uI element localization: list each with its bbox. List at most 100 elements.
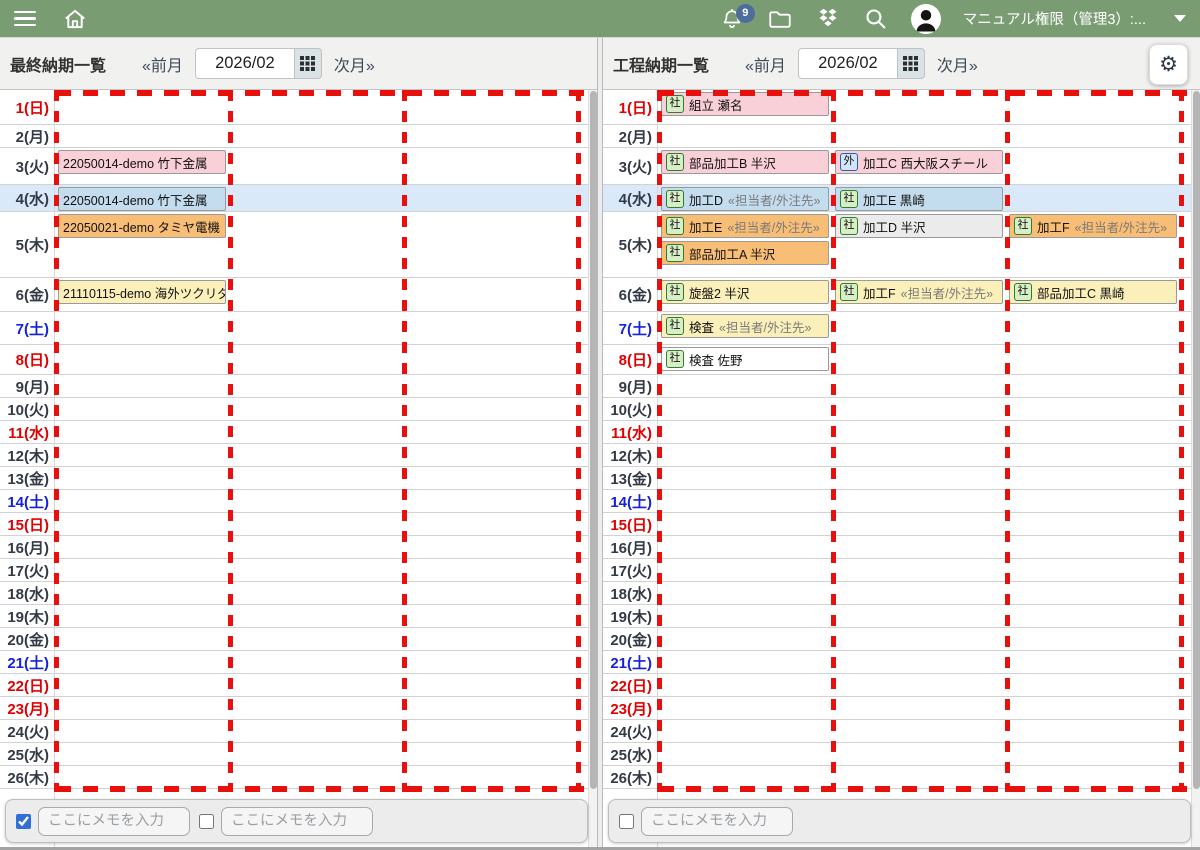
day-cell[interactable]	[658, 674, 832, 676]
next-month-button[interactable]: 次月»	[937, 52, 978, 76]
day-cell[interactable]	[403, 375, 577, 377]
memo-input[interactable]	[641, 807, 793, 836]
day-cell[interactable]	[1006, 789, 1180, 791]
event-chip[interactable]: 社加工D«担当者/外注先»	[661, 187, 829, 211]
day-cell[interactable]	[832, 720, 1006, 722]
day-cell[interactable]	[229, 375, 403, 377]
day-cell[interactable]	[229, 720, 403, 722]
day-cell[interactable]	[403, 125, 577, 127]
day-cell[interactable]	[55, 582, 229, 584]
day-cell[interactable]	[229, 444, 403, 446]
day-cell[interactable]	[403, 628, 577, 630]
day-cell[interactable]: 社検査 佐野	[658, 345, 832, 374]
day-cell[interactable]	[229, 312, 403, 314]
day-cell[interactable]	[1006, 467, 1180, 469]
day-cell[interactable]	[229, 559, 403, 561]
event-chip[interactable]: 22050014-demo 竹下金属	[58, 187, 226, 211]
day-cell[interactable]	[55, 444, 229, 446]
day-cell[interactable]	[832, 628, 1006, 630]
day-cell[interactable]	[55, 651, 229, 653]
day-cell[interactable]	[832, 651, 1006, 653]
day-cell[interactable]: 社旋盤2 半沢	[658, 278, 832, 307]
day-cell[interactable]	[832, 743, 1006, 745]
day-cell[interactable]	[832, 674, 1006, 676]
day-cell[interactable]	[1006, 185, 1180, 211]
day-cell[interactable]	[229, 398, 403, 400]
day-cell[interactable]	[403, 148, 577, 177]
day-cell[interactable]	[229, 582, 403, 584]
day-cell[interactable]: 社組立 瀬名	[658, 90, 832, 119]
event-chip[interactable]: 社部品加工C 黒崎	[1009, 280, 1177, 304]
day-cell[interactable]	[55, 90, 229, 92]
day-cell[interactable]	[229, 185, 403, 211]
event-chip[interactable]: 社部品加工A 半沢	[661, 241, 829, 265]
month-input[interactable]	[798, 48, 898, 79]
day-cell[interactable]	[229, 125, 403, 127]
day-cell[interactable]	[403, 789, 577, 791]
day-cell[interactable]	[403, 212, 577, 241]
day-cell[interactable]: 社加工D«担当者/外注先»	[658, 185, 832, 211]
day-cell[interactable]	[55, 743, 229, 745]
day-cell[interactable]	[229, 628, 403, 630]
day-cell[interactable]	[832, 513, 1006, 515]
day-cell[interactable]	[658, 559, 832, 561]
day-cell[interactable]: 22050014-demo 竹下金属	[55, 148, 229, 177]
day-cell[interactable]	[832, 766, 1006, 768]
event-chip[interactable]: 社検査 佐野	[661, 347, 829, 371]
settings-gear-button[interactable]: ⚙	[1149, 44, 1188, 85]
day-cell[interactable]	[1006, 697, 1180, 699]
day-cell[interactable]	[403, 467, 577, 469]
day-cell[interactable]	[55, 513, 229, 515]
day-cell[interactable]	[403, 421, 577, 423]
day-cell[interactable]	[403, 90, 577, 92]
prev-month-button[interactable]: «前月	[142, 52, 183, 76]
day-cell[interactable]: 社加工F«担当者/外注先»	[1006, 212, 1180, 268]
day-cell[interactable]	[403, 674, 577, 676]
day-cell[interactable]	[658, 125, 832, 127]
day-cell[interactable]	[1006, 766, 1180, 768]
day-cell[interactable]	[229, 467, 403, 469]
day-cell[interactable]	[832, 398, 1006, 400]
day-cell[interactable]	[229, 651, 403, 653]
day-cell[interactable]	[403, 312, 577, 314]
day-cell[interactable]	[832, 345, 1006, 374]
event-chip[interactable]: 社旋盤2 半沢	[661, 280, 829, 304]
day-cell[interactable]	[403, 490, 577, 492]
event-chip[interactable]: 22050014-demo 竹下金属	[58, 150, 226, 174]
day-cell[interactable]	[1006, 720, 1180, 722]
day-cell[interactable]	[1006, 513, 1180, 515]
day-cell[interactable]	[658, 605, 832, 607]
day-cell[interactable]	[229, 697, 403, 699]
day-cell[interactable]	[403, 766, 577, 768]
day-cell[interactable]	[55, 697, 229, 699]
day-cell[interactable]	[658, 720, 832, 722]
day-cell[interactable]	[229, 490, 403, 492]
day-cell[interactable]	[832, 536, 1006, 538]
day-cell[interactable]	[1006, 398, 1180, 400]
day-cell[interactable]	[1006, 651, 1180, 653]
day-cell[interactable]	[403, 582, 577, 584]
day-cell[interactable]	[55, 398, 229, 400]
day-cell[interactable]	[658, 513, 832, 515]
day-cell[interactable]	[1006, 90, 1180, 119]
day-cell[interactable]	[832, 467, 1006, 469]
day-cell[interactable]	[832, 789, 1006, 791]
day-cell[interactable]	[832, 125, 1006, 127]
day-cell[interactable]	[229, 148, 403, 177]
day-cell[interactable]	[55, 375, 229, 377]
menu-icon[interactable]	[14, 11, 36, 26]
day-cell[interactable]	[658, 582, 832, 584]
day-cell[interactable]	[55, 789, 229, 791]
day-cell[interactable]: 社加工E«担当者/外注先» 社部品加工A 半沢	[658, 212, 832, 268]
day-cell[interactable]	[55, 559, 229, 561]
day-cell[interactable]	[1006, 628, 1180, 630]
day-cell[interactable]	[403, 513, 577, 515]
event-chip[interactable]: 21110115-demo 海外ツクリダ	[58, 280, 226, 304]
day-cell[interactable]	[55, 125, 229, 127]
day-cell[interactable]	[832, 444, 1006, 446]
day-cell[interactable]	[229, 345, 403, 347]
day-cell[interactable]	[403, 398, 577, 400]
day-cell[interactable]	[403, 743, 577, 745]
day-cell[interactable]	[55, 421, 229, 423]
event-chip[interactable]: 社加工E«担当者/外注先»	[661, 214, 829, 238]
